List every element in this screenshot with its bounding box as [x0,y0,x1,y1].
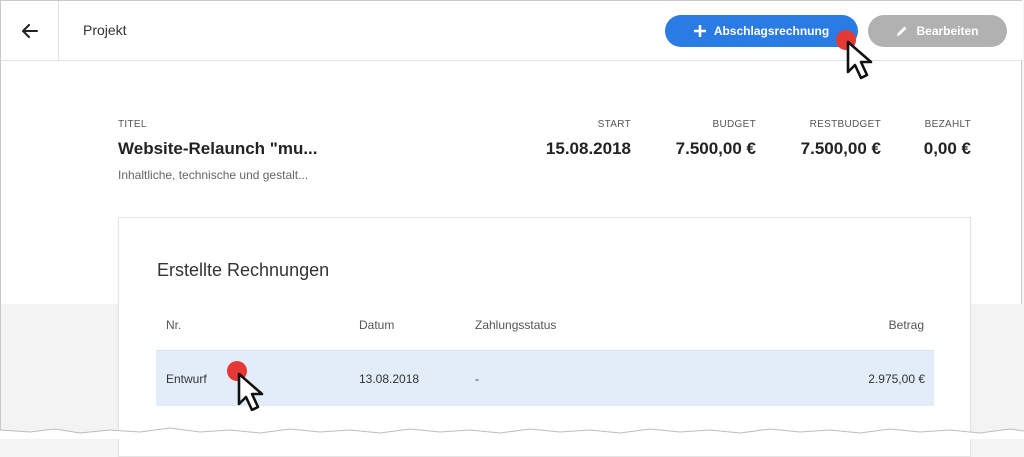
project-title: Website-Relaunch "mu... [118,139,318,158]
abschlagsrechnung-label: Abschlagsrechnung [713,24,830,38]
cell-zahlungsstatus: - [475,372,479,386]
project-description: Inhaltliche, technische und gestalt... [118,168,309,182]
cell-datum: 13.08.2018 [359,372,420,386]
edit-label: Bearbeiten [916,24,979,38]
column-header-betrag: Betrag [888,318,924,332]
pencil-icon [897,26,907,36]
budget-label: BUDGET [712,119,756,130]
column-header-datum: Datum [359,318,395,332]
edit-button[interactable]: Bearbeiten [868,15,1007,47]
back-button[interactable] [1,1,59,60]
plus-icon [693,25,706,37]
mouse-pointer-icon [227,361,264,411]
paid-value: 0,00 € [923,139,971,158]
arrow-left-icon [21,23,38,38]
cell-nr: Entwurf [166,372,207,386]
invoices-card: Erstellte Rechnungen Nr. Datum Zahlungss… [118,217,971,457]
mouse-pointer-icon [836,30,873,80]
title-label: TITEL [118,119,147,130]
paid-label: BEZAHLT [924,119,971,130]
column-header-nr: Nr. [166,318,182,332]
restbudget-label: RESTBUDGET [809,119,881,130]
page-title: Projekt [83,22,127,38]
cell-betrag: 2.975,00 € [868,372,925,386]
restbudget-value: 7.500,00 € [800,139,881,158]
invoices-heading: Erstellte Rechnungen [157,260,330,280]
start-label: START [597,119,631,130]
column-header-zahlungsstatus: Zahlungsstatus [475,318,557,332]
start-value: 15.08.2018 [545,139,631,158]
torn-edge [0,427,1024,439]
budget-value: 7.500,00 € [675,139,756,158]
